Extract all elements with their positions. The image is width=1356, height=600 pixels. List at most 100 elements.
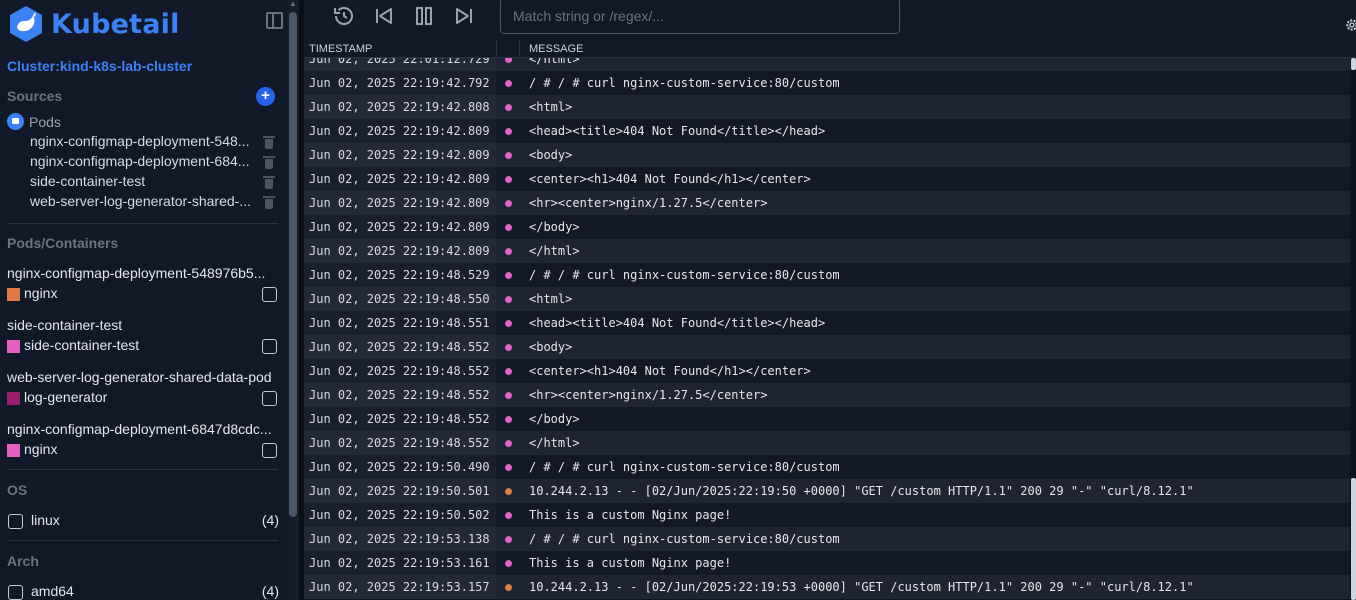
container-label: log-generator [24, 389, 108, 405]
os-checkbox[interactable] [8, 514, 23, 529]
history-icon[interactable] [332, 4, 356, 28]
container-checkbox[interactable] [262, 287, 277, 302]
table-row[interactable]: Jun 02, 2025 22:19:48.552 </html> [304, 431, 1350, 455]
log-timestamp: Jun 02, 2025 22:19:42.809 [309, 220, 490, 234]
table-row[interactable]: Jun 02, 2025 22:19:48.550 <html> [304, 287, 1350, 311]
table-row[interactable]: Jun 02, 2025 22:19:50.501 10.244.2.13 - -… [304, 479, 1350, 503]
scroll-up-arrow-icon[interactable]: ▲ [289, 0, 297, 8]
skip-back-icon[interactable] [372, 4, 396, 28]
search-input[interactable] [500, 0, 900, 34]
table-row[interactable]: Jun 02, 2025 22:19:42.809 </html> [304, 239, 1350, 263]
table-row[interactable]: Jun 02, 2025 22:19:42.808 <html> [304, 95, 1350, 119]
table-row[interactable]: Jun 02, 2025 22:19:48.552 <hr><center>ngi… [304, 383, 1350, 407]
kubetail-logo-icon [10, 6, 42, 42]
log-timestamp: Jun 02, 2025 22:19:42.809 [309, 196, 490, 210]
container-color-dot [505, 368, 512, 375]
table-row[interactable]: Jun 02, 2025 22:19:48.529 / # / # curl ng… [304, 263, 1350, 287]
container-checkbox[interactable] [262, 391, 277, 406]
container-color-dot [505, 512, 512, 519]
source-item-label: web-server-log-generator-shared-... [30, 193, 251, 209]
add-source-button[interactable]: + [256, 87, 275, 106]
pod-name: side-container-test [7, 317, 123, 333]
divider [7, 469, 278, 470]
color-cell [496, 479, 520, 503]
color-cell [496, 143, 520, 167]
container-color-dot [505, 80, 512, 87]
table-row[interactable]: Jun 02, 2025 22:19:48.552 <center><h1>404… [304, 359, 1350, 383]
container-row[interactable]: side-container-test [7, 337, 279, 357]
table-row[interactable]: Jun 02, 2025 22:19:42.809 </body> [304, 215, 1350, 239]
container-row[interactable]: log-generator [7, 389, 279, 409]
log-rows[interactable]: Jun 02, 2025 22:01:12.729 </html> Jun 02, … [304, 58, 1350, 600]
col-timestamp[interactable]: TIMESTAMP [309, 43, 372, 55]
collapse-sidebar-icon[interactable] [266, 12, 283, 29]
color-cell [496, 335, 520, 359]
table-row[interactable]: Jun 02, 2025 22:19:53.157 10.244.2.13 - -… [304, 575, 1350, 599]
table-row[interactable]: Jun 02, 2025 22:19:42.809 <head><title>40… [304, 119, 1350, 143]
color-cell [496, 407, 520, 431]
divider [7, 223, 278, 224]
log-message: <head><title>404 Not Found</title></head… [529, 316, 826, 330]
color-cell [496, 431, 520, 455]
log-scrollbar-top[interactable] [1351, 58, 1356, 70]
container-color-dot [505, 104, 512, 111]
table-row[interactable]: Jun 02, 2025 22:19:50.502 This is a custo… [304, 503, 1350, 527]
table-row[interactable]: Jun 02, 2025 22:19:48.552 </body> [304, 407, 1350, 431]
cluster-label[interactable]: Cluster:kind-k8s-lab-cluster [7, 58, 192, 74]
color-cell [496, 575, 520, 599]
os-facet-row[interactable]: linux (4) [7, 512, 279, 532]
container-color-dot [505, 416, 512, 423]
table-row[interactable]: Jun 02, 2025 22:19:53.161 This is a custo… [304, 551, 1350, 575]
table-row[interactable]: Jun 02, 2025 22:19:42.809 <center><h1>404… [304, 167, 1350, 191]
source-item-label: side-container-test [30, 173, 146, 189]
table-row[interactable]: Jun 02, 2025 22:01:12.729 </html> [304, 58, 1350, 71]
color-cell [496, 503, 520, 527]
table-row[interactable]: Jun 02, 2025 22:19:53.138 / # / # curl ng… [304, 527, 1350, 551]
container-checkbox[interactable] [262, 339, 277, 354]
log-message: 10.244.2.13 - - [02/Jun/2025:22:19:53 +0… [529, 580, 1194, 594]
arch-checkbox[interactable] [8, 585, 23, 600]
trash-icon[interactable] [263, 175, 275, 189]
table-row[interactable]: Jun 02, 2025 22:19:42.809 <body> [304, 143, 1350, 167]
container-row[interactable]: nginx [7, 285, 279, 305]
log-message: </body> [529, 220, 580, 234]
log-message: </html> [529, 58, 580, 66]
os-label: linux [31, 512, 60, 528]
trash-icon[interactable] [263, 195, 275, 209]
container-color-dot [505, 296, 512, 303]
log-message: <center><h1>404 Not Found</h1></center> [529, 172, 811, 186]
color-cell [496, 551, 520, 575]
app-logo[interactable]: Kubetail [7, 5, 180, 43]
container-checkbox[interactable] [262, 443, 277, 458]
table-row[interactable]: Jun 02, 2025 22:19:42.792 / # / # curl ng… [304, 71, 1350, 95]
color-cell [496, 215, 520, 239]
arch-facet-row[interactable]: amd64 (4) [7, 583, 279, 600]
os-count: (4) [261, 512, 279, 528]
source-item: nginx-configmap-deployment-548... [30, 133, 280, 153]
log-timestamp: Jun 02, 2025 22:19:53.138 [309, 532, 490, 546]
log-timestamp: Jun 02, 2025 22:19:48.552 [309, 436, 490, 450]
col-message[interactable]: MESSAGE [529, 43, 583, 55]
skip-forward-icon[interactable] [452, 4, 476, 28]
toolbar [304, 0, 1356, 40]
source-item-label: nginx-configmap-deployment-548... [30, 133, 250, 149]
gear-icon[interactable] [1344, 17, 1356, 33]
container-row[interactable]: nginx [7, 441, 279, 461]
log-timestamp: Jun 02, 2025 22:19:48.552 [309, 412, 490, 426]
container-color-dot [505, 128, 512, 135]
table-row[interactable]: Jun 02, 2025 22:19:50.490 / # / # curl ng… [304, 455, 1350, 479]
log-viewer: TIMESTAMP MESSAGE Jun 02, 2025 22:01:12.… [304, 0, 1356, 600]
table-row[interactable]: Jun 02, 2025 22:19:48.552 <body> [304, 335, 1350, 359]
pause-icon[interactable] [412, 4, 436, 28]
log-scrollbar-thumb[interactable] [1351, 478, 1356, 600]
container-color-dot [505, 248, 512, 255]
table-row[interactable]: Jun 02, 2025 22:19:42.809 <hr><center>ngi… [304, 191, 1350, 215]
trash-icon[interactable] [263, 135, 275, 149]
container-color-dot [505, 560, 512, 567]
log-timestamp: Jun 02, 2025 22:19:42.808 [309, 100, 490, 114]
table-row[interactable]: Jun 02, 2025 22:19:48.551 <head><title>40… [304, 311, 1350, 335]
sidebar-scrollbar-thumb[interactable] [289, 12, 297, 517]
log-message: 10.244.2.13 - - [02/Jun/2025:22:19:50 +0… [529, 484, 1194, 498]
trash-icon[interactable] [263, 155, 275, 169]
log-timestamp: Jun 02, 2025 22:19:42.809 [309, 124, 490, 138]
